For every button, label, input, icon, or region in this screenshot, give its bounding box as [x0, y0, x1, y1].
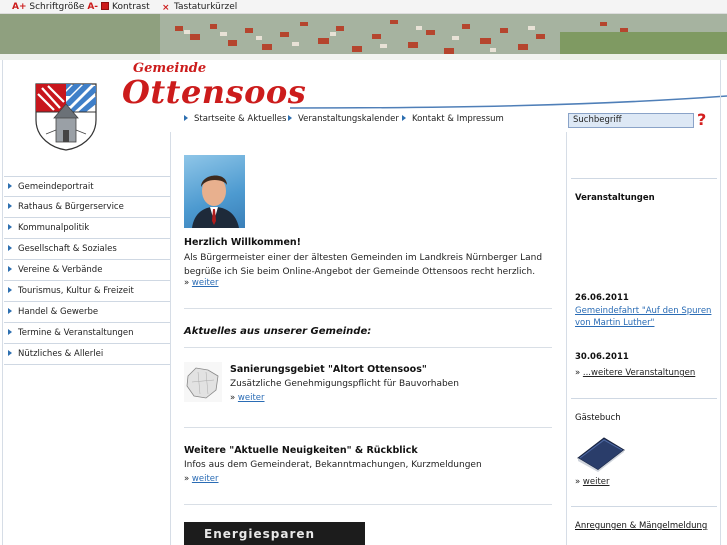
more-prefix: »: [575, 477, 581, 487]
guestbook-heading[interactable]: Gästebuch: [575, 413, 621, 423]
nav-arrow-icon: [184, 115, 188, 121]
welcome-more-link[interactable]: weiter: [192, 278, 219, 288]
nav-arrow-icon: [8, 329, 12, 335]
welcome-heading: Herzlich Willkommen!: [184, 237, 301, 248]
frame-border-left: [2, 60, 3, 545]
shortcuts-label: Tastaturkürzel: [174, 2, 238, 12]
news-item-text: Zusätzliche Genehmigungspflicht für Bauv…: [230, 379, 459, 389]
guestbook-link[interactable]: weiter: [583, 477, 610, 487]
right-separator: [571, 398, 717, 399]
shortcuts-link[interactable]: × Tastaturkürzel: [162, 2, 237, 13]
more-prefix: »: [184, 278, 190, 288]
nav-arrow-icon: [288, 115, 292, 121]
right-column-divider: [566, 132, 567, 545]
content-separator: [184, 427, 552, 428]
keyboard-icon: ×: [162, 3, 170, 13]
sidebar-navigation: Gemeindeportrait Rathaus & Bürgerservice…: [4, 176, 170, 365]
topnav-label: Startseite & Aktuelles: [194, 114, 287, 124]
event-date: 26.06.2011: [575, 293, 629, 303]
suggestions-heading[interactable]: Anregungen & Mängelmeldung: [575, 521, 707, 531]
topnav-item-events-calendar[interactable]: Veranstaltungskalender: [288, 114, 399, 124]
sidebar-item-nuetzliches[interactable]: Nützliches & Allerlei: [4, 344, 170, 365]
sidebar-item-label: Gesellschaft & Soziales: [18, 244, 117, 254]
sidebar-item-label: Vereine & Verbände: [18, 265, 103, 275]
news-item-more: » weiter: [230, 393, 265, 403]
nav-arrow-icon: [8, 287, 12, 293]
event-link[interactable]: Gemeindefahrt "Auf den Spuren von Martin…: [575, 305, 717, 329]
sidebar-item-label: Tourismus, Kultur & Freizeit: [18, 286, 134, 296]
topnav-label: Kontakt & Impressum: [412, 114, 504, 124]
utility-bar: A+ Schriftgröße A- Kontrast × Tastaturkür…: [0, 0, 727, 14]
header-swoosh: [290, 95, 727, 109]
sidebar-item-label: Kommunalpolitik: [18, 223, 90, 233]
nav-arrow-icon: [8, 224, 12, 230]
sidebar-item-kommunalpolitik[interactable]: Kommunalpolitik: [4, 218, 170, 239]
coat-of-arms-icon: [35, 83, 97, 151]
news-more-text: Infos aus dem Gemeinderat, Bekanntmachun…: [184, 460, 482, 470]
content-separator: [184, 504, 552, 505]
welcome-text: Als Bürgermeister einer der ältesten Gem…: [184, 253, 543, 277]
news-heading: Aktuelles aus unserer Gemeinde:: [184, 326, 372, 337]
sidebar-item-termine[interactable]: Termine & Veranstaltungen: [4, 323, 170, 344]
more-prefix: »: [184, 474, 190, 484]
contrast-toggle[interactable]: Kontrast: [101, 2, 150, 12]
more-prefix: »: [575, 368, 581, 378]
nav-arrow-icon: [8, 203, 12, 209]
frame-border-right: [720, 60, 721, 545]
welcome-more: » weiter: [184, 278, 219, 288]
logo-town-name[interactable]: Ottensoos: [122, 72, 306, 112]
nav-arrow-icon: [8, 245, 12, 251]
nav-arrow-icon: [8, 308, 12, 314]
more-events: » ...weitere Veranstaltungen: [575, 368, 695, 378]
sidebar-item-rathaus[interactable]: Rathaus & Bürgerservice: [4, 197, 170, 218]
mayor-portrait-image: [192, 175, 239, 228]
help-icon[interactable]: ?: [697, 110, 706, 129]
sidebar-item-tourismus[interactable]: Tourismus, Kultur & Freizeit: [4, 281, 170, 302]
nav-arrow-icon: [8, 350, 12, 356]
content-separator: [184, 308, 552, 309]
font-decrease-button[interactable]: A-: [87, 2, 98, 12]
sidebar-item-gemeindeportrait[interactable]: Gemeindeportrait: [4, 176, 170, 197]
sidebar-item-label: Nützliches & Allerlei: [18, 349, 104, 359]
news-more-more: » weiter: [184, 474, 219, 484]
more-events-link[interactable]: ...weitere Veranstaltungen: [583, 368, 695, 378]
topnav-item-home[interactable]: Startseite & Aktuelles: [184, 114, 286, 124]
nav-arrow-icon: [402, 115, 406, 121]
font-size-label: Schriftgröße: [29, 2, 85, 12]
sidebar-item-handel[interactable]: Handel & Gewerbe: [4, 302, 170, 323]
right-separator: [571, 506, 717, 507]
panorama-image: [0, 14, 727, 60]
topnav-label: Veranstaltungskalender: [298, 114, 399, 124]
font-increase-button[interactable]: A+: [12, 2, 27, 12]
energy-saving-banner[interactable]: Energiesparen: [184, 522, 365, 545]
content-separator: [184, 347, 552, 348]
nav-arrow-icon: [8, 183, 12, 189]
contrast-icon: [101, 2, 109, 10]
guestbook-more: » weiter: [575, 477, 610, 487]
guestbook-icon[interactable]: [576, 436, 626, 472]
more-prefix: »: [230, 393, 236, 403]
search-input[interactable]: Suchbegriff: [568, 113, 694, 128]
sidebar-item-label: Rathaus & Bürgerservice: [18, 202, 124, 212]
topnav-item-contact[interactable]: Kontakt & Impressum: [402, 114, 504, 124]
district-map-thumbnail[interactable]: [184, 362, 222, 402]
sidebar-item-label: Handel & Gewerbe: [18, 307, 99, 317]
mayor-photo: [184, 155, 245, 228]
sidebar-item-label: Gemeindeportrait: [18, 182, 94, 192]
font-size-control: A+ Schriftgröße A-: [12, 2, 98, 12]
right-separator: [571, 178, 717, 179]
sidebar-divider: [170, 132, 171, 545]
events-heading: Veranstaltungen: [575, 193, 655, 203]
news-more-link[interactable]: weiter: [192, 474, 219, 484]
sidebar-item-label: Termine & Veranstaltungen: [18, 328, 134, 338]
contrast-label: Kontrast: [112, 2, 150, 12]
town-panorama-banner: [0, 14, 727, 60]
event-date: 30.06.2011: [575, 352, 629, 359]
sidebar-item-vereine[interactable]: Vereine & Verbände: [4, 260, 170, 281]
news-item-more-link[interactable]: weiter: [238, 393, 265, 403]
news-item-title[interactable]: Sanierungsgebiet "Altort Ottensoos": [230, 364, 427, 375]
news-more-title[interactable]: Weitere "Aktuelle Neuigkeiten" & Rückbli…: [184, 445, 418, 456]
sidebar-item-gesellschaft[interactable]: Gesellschaft & Soziales: [4, 239, 170, 260]
nav-arrow-icon: [8, 266, 12, 272]
